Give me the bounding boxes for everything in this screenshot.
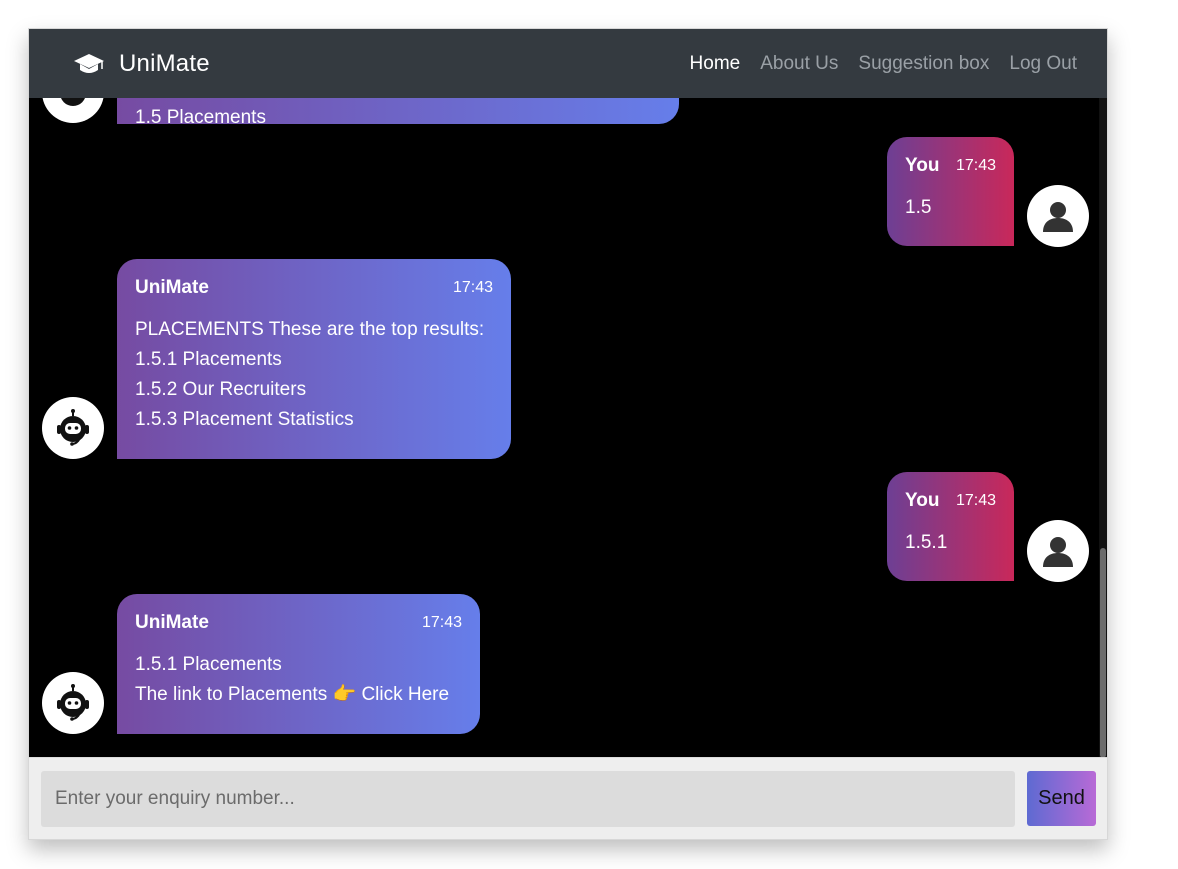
message-text: 1.5.1 Placements: [135, 654, 282, 675]
graduation-cap-icon: [74, 53, 104, 73]
message-time: 17:43: [955, 157, 996, 174]
brand-name: UniMate: [119, 49, 210, 77]
brand[interactable]: UniMate: [73, 29, 210, 98]
message-composer: Send: [29, 757, 1107, 839]
user-avatar: [1027, 185, 1089, 247]
robot-icon: [57, 409, 89, 446]
message-sender: You: [905, 490, 940, 511]
bot-avatar: [42, 397, 104, 459]
message-text: PLACEMENTS These are the top results:: [135, 319, 485, 340]
result-item: 1.5.1 Placements: [135, 349, 282, 370]
user-avatar: [1027, 520, 1089, 582]
nav-home[interactable]: Home: [690, 53, 741, 75]
message-sender: UniMate: [135, 612, 209, 633]
bot-message: UniMate 17:43 1.5.1 Placements The link …: [117, 594, 480, 734]
nav-suggestion-box[interactable]: Suggestion box: [858, 53, 989, 75]
scrollbar-thumb[interactable]: [1100, 548, 1106, 758]
user-message: You 17:43 1.5.1: [887, 472, 1014, 581]
send-button[interactable]: Send: [1027, 771, 1096, 826]
message-time: 17:43: [421, 614, 462, 631]
chat-scrollbar[interactable]: [1099, 98, 1107, 759]
click-here-link[interactable]: Click Here: [361, 684, 449, 705]
message-text: 1.5.1: [905, 532, 948, 553]
bot-message: UniMate 17:43 PLACEMENTS These are the t…: [117, 259, 511, 459]
message-text: 1.5: [905, 197, 932, 218]
navbar: UniMate Home About Us Suggestion box Log…: [29, 29, 1107, 98]
chat-messages: 1.5 Placements You 17:43 1.5 UniMate 17:…: [29, 29, 1101, 759]
message-time: 17:43: [452, 279, 493, 296]
nav-links: Home About Us Suggestion box Log Out: [690, 29, 1077, 98]
message-sender: UniMate: [135, 277, 209, 298]
result-item: 1.5.2 Our Recruiters: [135, 379, 307, 400]
link-prefix: The link to Placements: [135, 684, 328, 705]
robot-icon: [57, 684, 89, 721]
user-icon: [1043, 202, 1073, 232]
message-text: 1.5 Placements: [135, 107, 266, 128]
nav-about-us[interactable]: About Us: [760, 53, 838, 75]
user-message: You 17:43 1.5: [887, 137, 1014, 246]
pointing-hand-icon: 👉: [332, 684, 357, 705]
user-icon: [1043, 537, 1073, 567]
chat-window: 1.5 Placements You 17:43 1.5 UniMate 17:…: [28, 28, 1108, 840]
enquiry-input[interactable]: [41, 771, 1015, 827]
message-time: 17:43: [955, 492, 996, 509]
message-sender: You: [905, 155, 940, 176]
message-link-line: The link to Placements 👉 Click Here: [135, 680, 462, 710]
result-item: 1.5.3 Placement Statistics: [135, 409, 354, 430]
nav-log-out[interactable]: Log Out: [1009, 53, 1077, 75]
bot-avatar: [42, 672, 104, 734]
